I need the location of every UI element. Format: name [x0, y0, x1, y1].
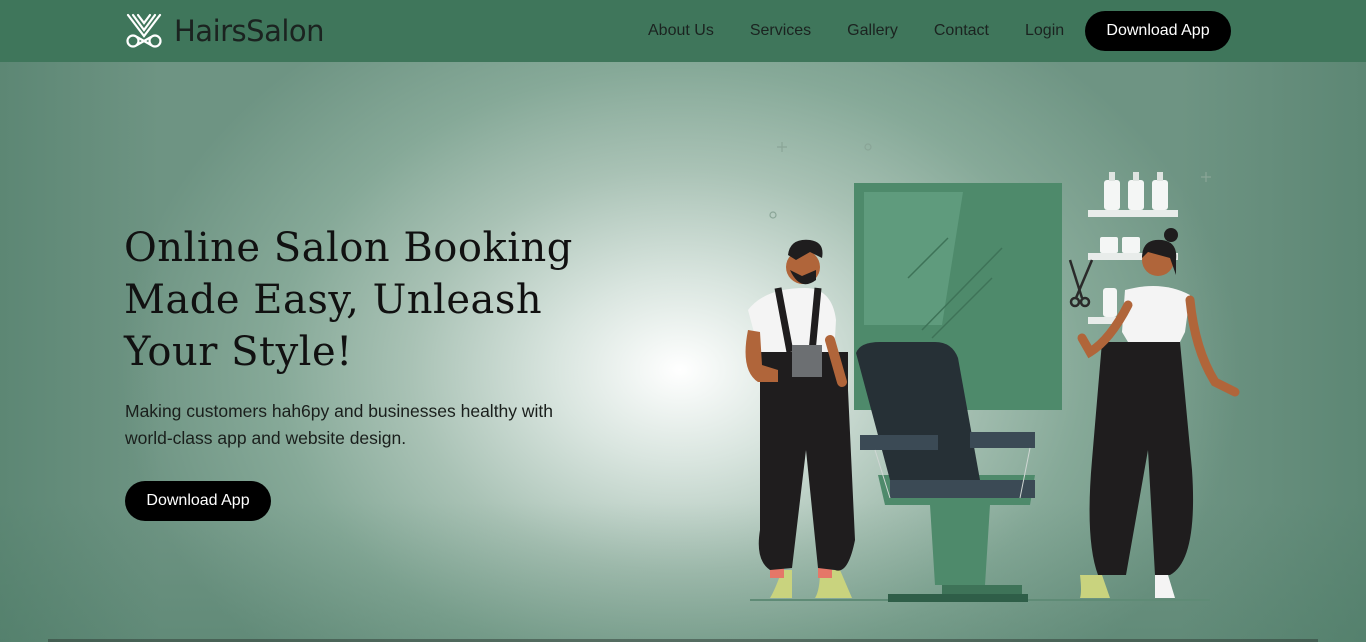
nav-services[interactable]: Services — [750, 22, 811, 40]
salon-illustration — [745, 142, 1240, 602]
stylist-figure — [1068, 228, 1240, 598]
nav-gallery[interactable]: Gallery — [847, 22, 898, 40]
nav-contact[interactable]: Contact — [934, 22, 989, 40]
scissors-logo-icon — [126, 13, 162, 48]
hero-subtitle: Making customers hah6py and businesses h… — [125, 401, 554, 448]
nav-about-us[interactable]: About Us — [648, 22, 714, 40]
brand-name: HairsSalon — [174, 14, 325, 48]
nav-login[interactable]: Login — [1025, 22, 1064, 40]
barber-figure — [745, 239, 855, 598]
site-header: HairsSalon About Us Services Gallery Con… — [0, 0, 1366, 62]
main-nav: About Us Services Gallery Contact Login — [630, 11, 1082, 51]
brand-logo[interactable]: HairsSalon — [124, 12, 325, 50]
hero-download-app-button[interactable]: Download App — [125, 481, 271, 521]
hero-title: Online Salon Booking Made Easy, Unleash … — [124, 225, 573, 375]
header-download-app-button[interactable]: Download App — [1085, 11, 1231, 51]
